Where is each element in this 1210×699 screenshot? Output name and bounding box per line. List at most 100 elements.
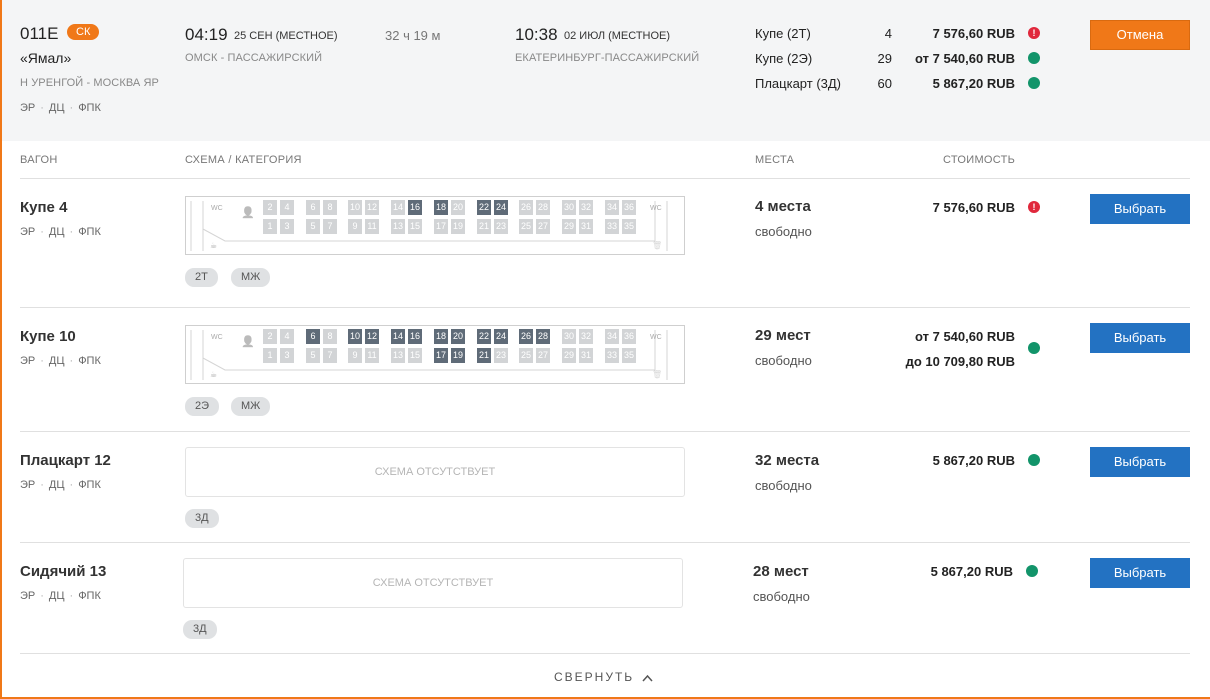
seat[interactable]: 33 <box>605 219 619 234</box>
wagon-scheme[interactable]: WC WC 👤 ☕ 🗑 2 1 4 3 6 5 8 7 10 9 12 11 14 13 16 15 18 17 20 19 22… <box>185 325 685 384</box>
seat[interactable]: 11 <box>365 348 379 363</box>
car-seats-count: 29 мест <box>755 327 811 344</box>
seat[interactable]: 6 <box>306 329 320 344</box>
seat[interactable]: 30 <box>562 329 576 344</box>
seat[interactable]: 19 <box>451 348 465 363</box>
seat[interactable]: 2 <box>263 329 277 344</box>
seat[interactable]: 10 <box>348 329 362 344</box>
seat[interactable]: 17 <box>434 219 448 234</box>
wagon-scheme[interactable]: WC WC 👤 ☕ 🗑 2 1 4 3 6 5 8 7 10 9 12 11 14 13 16 15 18 17 20 19 22… <box>185 196 685 255</box>
seat[interactable]: 1 <box>263 348 277 363</box>
separator-dot: · <box>40 590 44 602</box>
seat[interactable]: 5 <box>306 348 320 363</box>
seat[interactable]: 31 <box>579 219 593 234</box>
seat[interactable]: 8 <box>323 200 337 215</box>
boiler-icon: ☕ <box>210 370 218 379</box>
seat[interactable]: 26 <box>519 200 533 215</box>
seat[interactable]: 9 <box>348 348 362 363</box>
seat[interactable]: 27 <box>536 219 550 234</box>
select-car-button[interactable]: Выбрать <box>1090 447 1190 477</box>
seat[interactable]: 1 <box>263 219 277 234</box>
seat[interactable]: 15 <box>408 348 422 363</box>
seat[interactable]: 34 <box>605 329 619 344</box>
seat[interactable]: 2 <box>263 200 277 215</box>
seat[interactable]: 21 <box>477 219 491 234</box>
seat[interactable]: 3 <box>280 219 294 234</box>
seat[interactable]: 14 <box>391 329 405 344</box>
seat[interactable]: 8 <box>323 329 337 344</box>
column-header-car: ВАГОН <box>20 154 58 166</box>
seat[interactable]: 21 <box>477 348 491 363</box>
trash-icon: 🗑 <box>652 370 663 379</box>
cancel-button[interactable]: Отмена <box>1090 20 1190 50</box>
car-seats-sub: свободно <box>753 589 810 604</box>
seat[interactable]: 13 <box>391 219 405 234</box>
seat[interactable]: 29 <box>562 348 576 363</box>
seat[interactable]: 36 <box>622 200 636 215</box>
seat[interactable]: 29 <box>562 219 576 234</box>
seat[interactable]: 31 <box>579 348 593 363</box>
seat[interactable]: 16 <box>408 329 422 344</box>
seat[interactable]: 13 <box>391 348 405 363</box>
class-count: 29 <box>877 51 892 66</box>
seat[interactable]: 23 <box>494 348 508 363</box>
car-seats-sub: свободно <box>755 353 812 368</box>
seat[interactable]: 10 <box>348 200 362 215</box>
seat[interactable]: 34 <box>605 200 619 215</box>
seat[interactable]: 20 <box>451 200 465 215</box>
select-car-button[interactable]: Выбрать <box>1090 323 1190 353</box>
carrier-label: ЭР <box>20 355 36 367</box>
category-tag: МЖ <box>231 397 271 416</box>
seat[interactable]: 22 <box>477 200 491 215</box>
seat[interactable]: 32 <box>579 329 593 344</box>
seat[interactable]: 9 <box>348 219 362 234</box>
seat[interactable]: 36 <box>622 329 636 344</box>
collapse-button[interactable]: СВЕРНУТЬ <box>554 670 653 684</box>
seat[interactable]: 28 <box>536 329 550 344</box>
seat[interactable]: 26 <box>519 329 533 344</box>
seat[interactable]: 7 <box>323 219 337 234</box>
car-carriers: ЭР · ДЦ · ФПК <box>20 590 101 602</box>
select-car-button[interactable]: Выбрать <box>1090 194 1190 224</box>
class-count: 4 <box>884 26 892 41</box>
seat[interactable]: 35 <box>622 219 636 234</box>
train-category-badge: СК <box>67 24 100 40</box>
seat[interactable]: 32 <box>579 200 593 215</box>
seat[interactable]: 25 <box>519 219 533 234</box>
wc-label: WC <box>211 205 223 212</box>
seat[interactable]: 27 <box>536 348 550 363</box>
seat[interactable]: 24 <box>494 200 508 215</box>
seat[interactable]: 17 <box>434 348 448 363</box>
seat[interactable]: 6 <box>306 200 320 215</box>
seat[interactable]: 23 <box>494 219 508 234</box>
seat[interactable]: 20 <box>451 329 465 344</box>
select-car-button[interactable]: Выбрать <box>1090 558 1190 588</box>
car-price: 5 867,20 RUB <box>930 564 1013 579</box>
seat[interactable]: 35 <box>622 348 636 363</box>
seat[interactable]: 18 <box>434 329 448 344</box>
seat[interactable]: 12 <box>365 329 379 344</box>
seat[interactable]: 18 <box>434 200 448 215</box>
seat[interactable]: 30 <box>562 200 576 215</box>
carrier-label: ДЦ <box>48 102 65 114</box>
seat[interactable]: 15 <box>408 219 422 234</box>
seat[interactable]: 4 <box>280 329 294 344</box>
seat[interactable]: 12 <box>365 200 379 215</box>
collapse-label: СВЕРНУТЬ <box>554 670 635 684</box>
seat[interactable]: 22 <box>477 329 491 344</box>
trip-duration: 32 ч 19 м <box>385 28 441 43</box>
seat[interactable]: 25 <box>519 348 533 363</box>
seat[interactable]: 24 <box>494 329 508 344</box>
seat[interactable]: 5 <box>306 219 320 234</box>
seat[interactable]: 3 <box>280 348 294 363</box>
seat[interactable]: 4 <box>280 200 294 215</box>
car-price-to: до 10 709,80 RUB <box>905 354 1015 369</box>
seat[interactable]: 19 <box>451 219 465 234</box>
seat[interactable]: 14 <box>391 200 405 215</box>
seat[interactable]: 33 <box>605 348 619 363</box>
seat[interactable]: 28 <box>536 200 550 215</box>
seat[interactable]: 7 <box>323 348 337 363</box>
seat[interactable]: 11 <box>365 219 379 234</box>
seat[interactable]: 16 <box>408 200 422 215</box>
arrival-time: 10:38 <box>515 25 558 44</box>
